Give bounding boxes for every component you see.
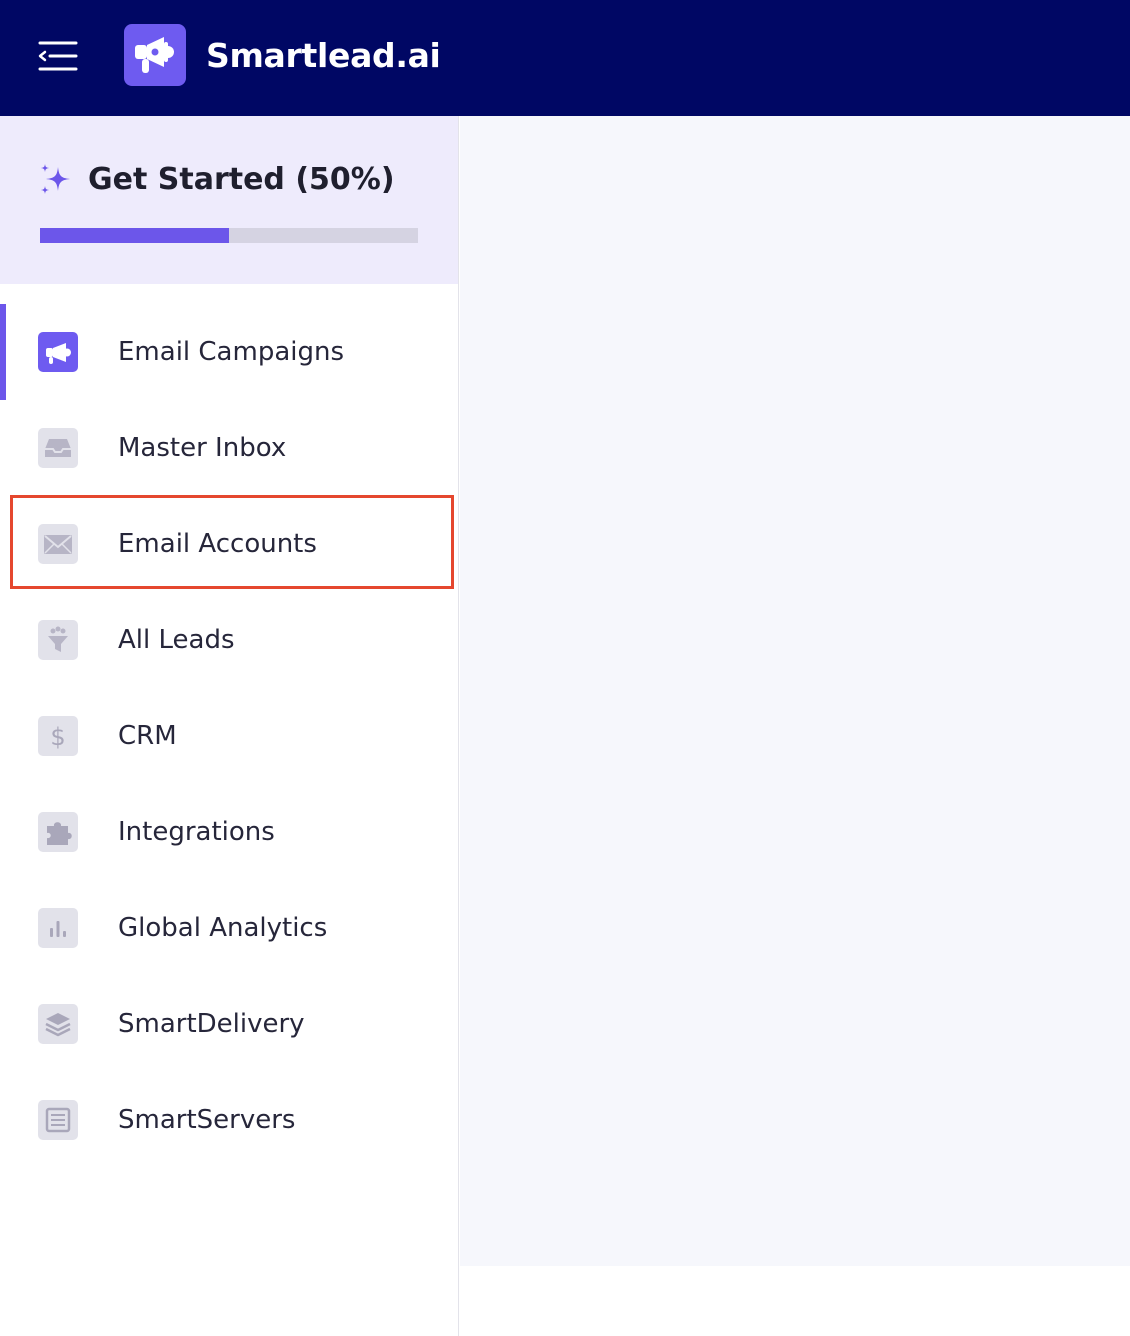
svg-text:$: $: [50, 723, 65, 751]
sidebar-item-label: Integrations: [118, 817, 275, 847]
sidebar-item-global-analytics[interactable]: Global Analytics: [0, 880, 458, 976]
sidebar-item-smartservers[interactable]: SmartServers: [0, 1072, 458, 1168]
sidebar: Get Started (50%) Email Campaigns Master…: [0, 116, 459, 1336]
envelope-icon: [38, 524, 78, 564]
sidebar-item-label: CRM: [118, 721, 177, 751]
sidebar-item-email-campaigns[interactable]: Email Campaigns: [0, 304, 458, 400]
layers-icon: [38, 1004, 78, 1044]
get-started-panel[interactable]: Get Started (50%): [0, 116, 458, 284]
inbox-icon: [38, 428, 78, 468]
sidebar-item-email-accounts[interactable]: Email Accounts: [0, 496, 458, 592]
logo[interactable]: [124, 24, 186, 86]
top-bar: Smartlead.ai: [0, 0, 1130, 116]
sparkle-icon: [38, 162, 74, 198]
funnel-icon: [38, 620, 78, 660]
sidebar-item-label: Global Analytics: [118, 913, 328, 943]
sidebar-item-label: All Leads: [118, 625, 235, 655]
megaphone-icon: [135, 37, 174, 73]
sidebar-item-label: Email Accounts: [118, 529, 317, 559]
sidebar-item-smartdelivery[interactable]: SmartDelivery: [0, 976, 458, 1072]
puzzle-icon: [38, 812, 78, 852]
bar-chart-icon: [38, 908, 78, 948]
active-indicator: [0, 304, 6, 400]
sidebar-item-crm[interactable]: $ CRM: [0, 688, 458, 784]
sidebar-item-label: Master Inbox: [118, 433, 287, 463]
megaphone-icon: [38, 332, 78, 372]
sidebar-item-all-leads[interactable]: All Leads: [0, 592, 458, 688]
sidebar-item-integrations[interactable]: Integrations: [0, 784, 458, 880]
sidebar-item-label: Email Campaigns: [118, 337, 345, 367]
get-started-progress: [40, 228, 418, 243]
main-content: [460, 116, 1130, 1266]
dollar-icon: $: [38, 716, 78, 756]
sidebar-item-master-inbox[interactable]: Master Inbox: [0, 400, 458, 496]
get-started-title: Get Started (50%): [88, 162, 395, 197]
progress-fill: [40, 228, 229, 243]
brand-name: Smartlead.ai: [206, 36, 441, 75]
sidebar-item-label: SmartDelivery: [118, 1009, 305, 1039]
sidebar-item-label: SmartServers: [118, 1105, 296, 1135]
menu-collapse-icon[interactable]: [34, 38, 80, 74]
server-icon: [38, 1100, 78, 1140]
